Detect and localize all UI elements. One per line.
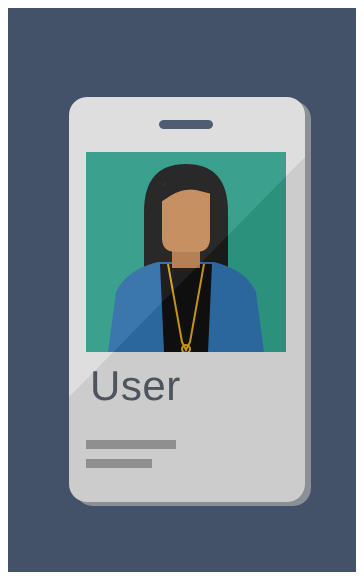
badge-info-line-short <box>86 459 152 468</box>
illustration-background: User <box>8 8 356 572</box>
id-badge-card: User <box>69 97 305 502</box>
user-avatar-icon <box>108 164 264 352</box>
profile-photo <box>86 152 286 352</box>
badge-name: User <box>90 362 181 409</box>
badge-info-line <box>86 440 176 449</box>
badge-clip-slot <box>159 120 213 129</box>
